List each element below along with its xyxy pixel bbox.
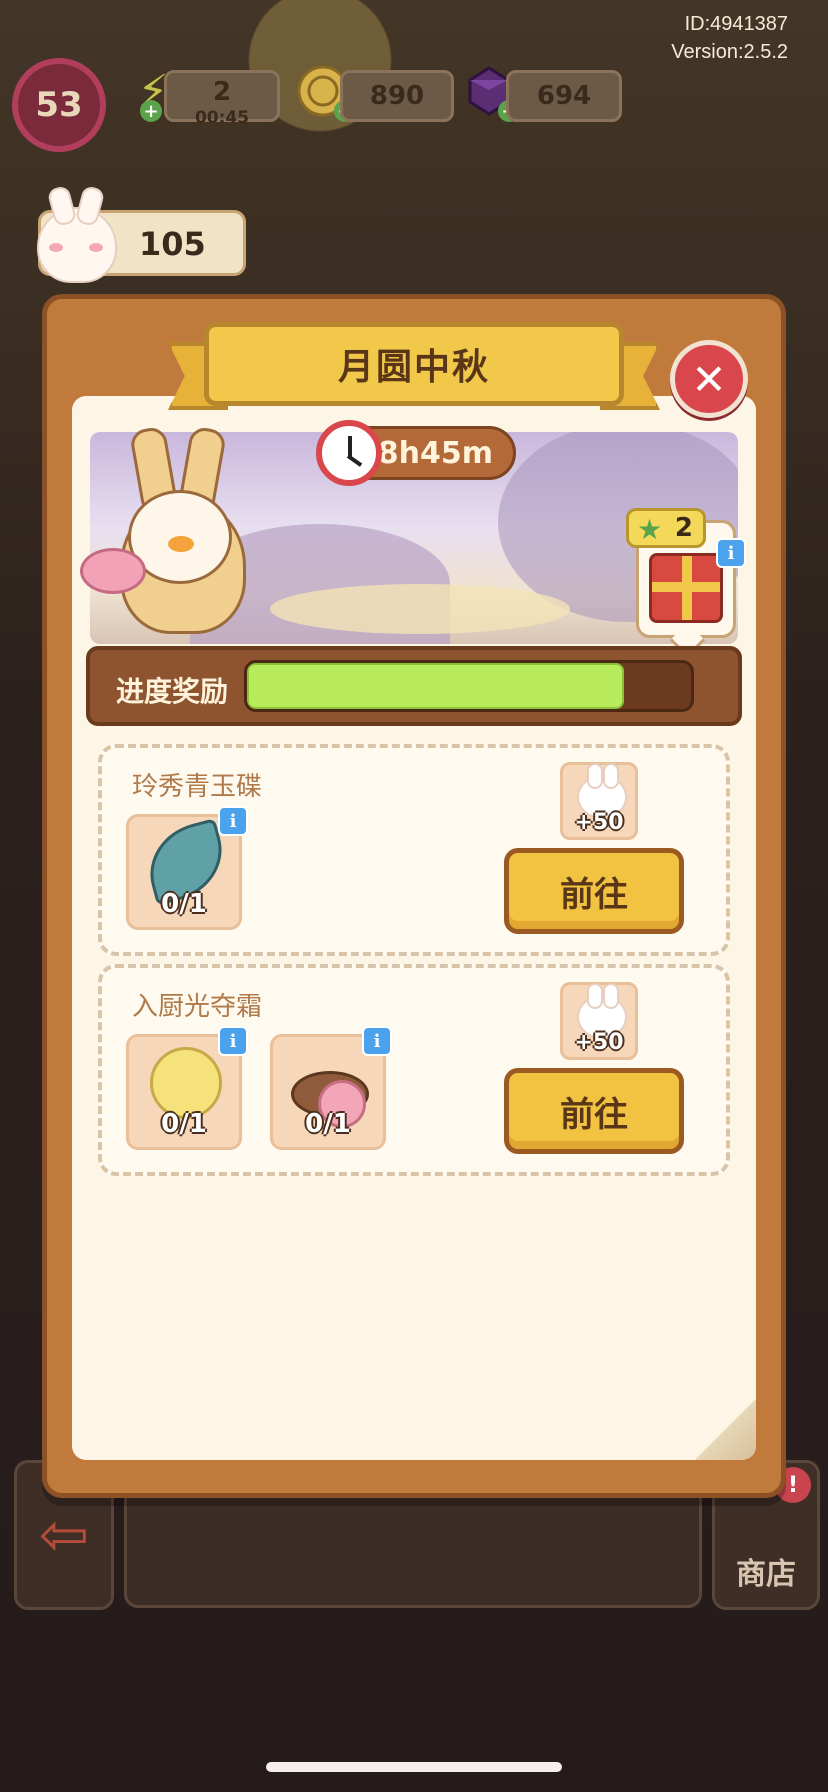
modal-title: 月圆中秋 [204,322,624,406]
progress-bar [244,660,694,712]
item-count: 0/1 [161,889,207,919]
level-badge[interactable]: 53 [12,58,106,152]
close-button[interactable]: ✕ [670,340,748,418]
modal-title-text: 月圆中秋 [337,347,490,388]
close-icon: ✕ [691,354,727,404]
task-card: 入厨光夺霜 0/1 i 0/1 i +50 前往 [98,964,730,1176]
gems-box[interactable]: 694 [506,70,622,122]
task-title: 入厨光夺霜 [132,992,263,1022]
rabbit-icon [37,207,117,283]
reward-star-count: 2 [674,513,693,543]
coins-value: 890 [369,81,425,111]
go-button[interactable]: 前往 [504,848,684,934]
reward-info-icon[interactable]: i [716,538,746,568]
banner-path [270,584,570,634]
item-count: 0/1 [305,1109,351,1139]
version-text: Version:2.5.2 [671,41,788,63]
energy-timer: 00:45 [194,108,250,128]
system-info: ID:4941387 Version:2.5.2 [671,10,788,66]
gems-value: 694 [536,81,592,111]
task-reward: +50 [560,982,638,1060]
go-button-label: 前往 [560,1094,628,1135]
top-hud: ID:4941387 Version:2.5.2 53 ⚡ + 2 00:45 … [0,0,828,152]
item-info-icon[interactable]: i [362,1026,392,1056]
progress-reward-row: 进度奖励 [86,646,742,726]
rabbit-counter: 105 [37,207,246,283]
reward-amount: +50 [574,810,624,835]
player-id: ID:4941387 [684,13,788,35]
shop-label: 商店 [736,1557,796,1592]
energy-plus-icon[interactable]: + [140,100,162,122]
home-indicator[interactable] [266,1762,562,1772]
progress-bar-fill [247,663,625,709]
task-reward: +50 [560,762,638,840]
item-info-icon[interactable]: i [218,1026,248,1056]
reward-amount: +50 [574,1030,624,1055]
event-timer-text: 8h45m [377,435,493,471]
reward-star-tag: ★ 2 [626,508,706,548]
gift-box-icon [649,553,723,623]
level-value: 53 [35,85,83,125]
item-count: 0/1 [161,1109,207,1139]
coins-box[interactable]: 890 [340,70,454,122]
task-title: 玲秀青玉碟 [132,772,263,802]
bunny-mascot [80,425,250,638]
exit-icon: ⇦ [38,1500,90,1570]
go-button[interactable]: 前往 [504,1068,684,1154]
star-icon: ★ [637,513,663,546]
task-card: 玲秀青玉碟 0/1 i +50 前往 [98,744,730,956]
rabbit-count: 105 [139,225,206,263]
go-button-label: 前往 [560,874,628,915]
progress-label: 进度奖励 [116,675,229,708]
item-info-icon[interactable]: i [218,806,248,836]
energy-value: 2 [212,77,232,107]
clock-icon [316,420,382,486]
